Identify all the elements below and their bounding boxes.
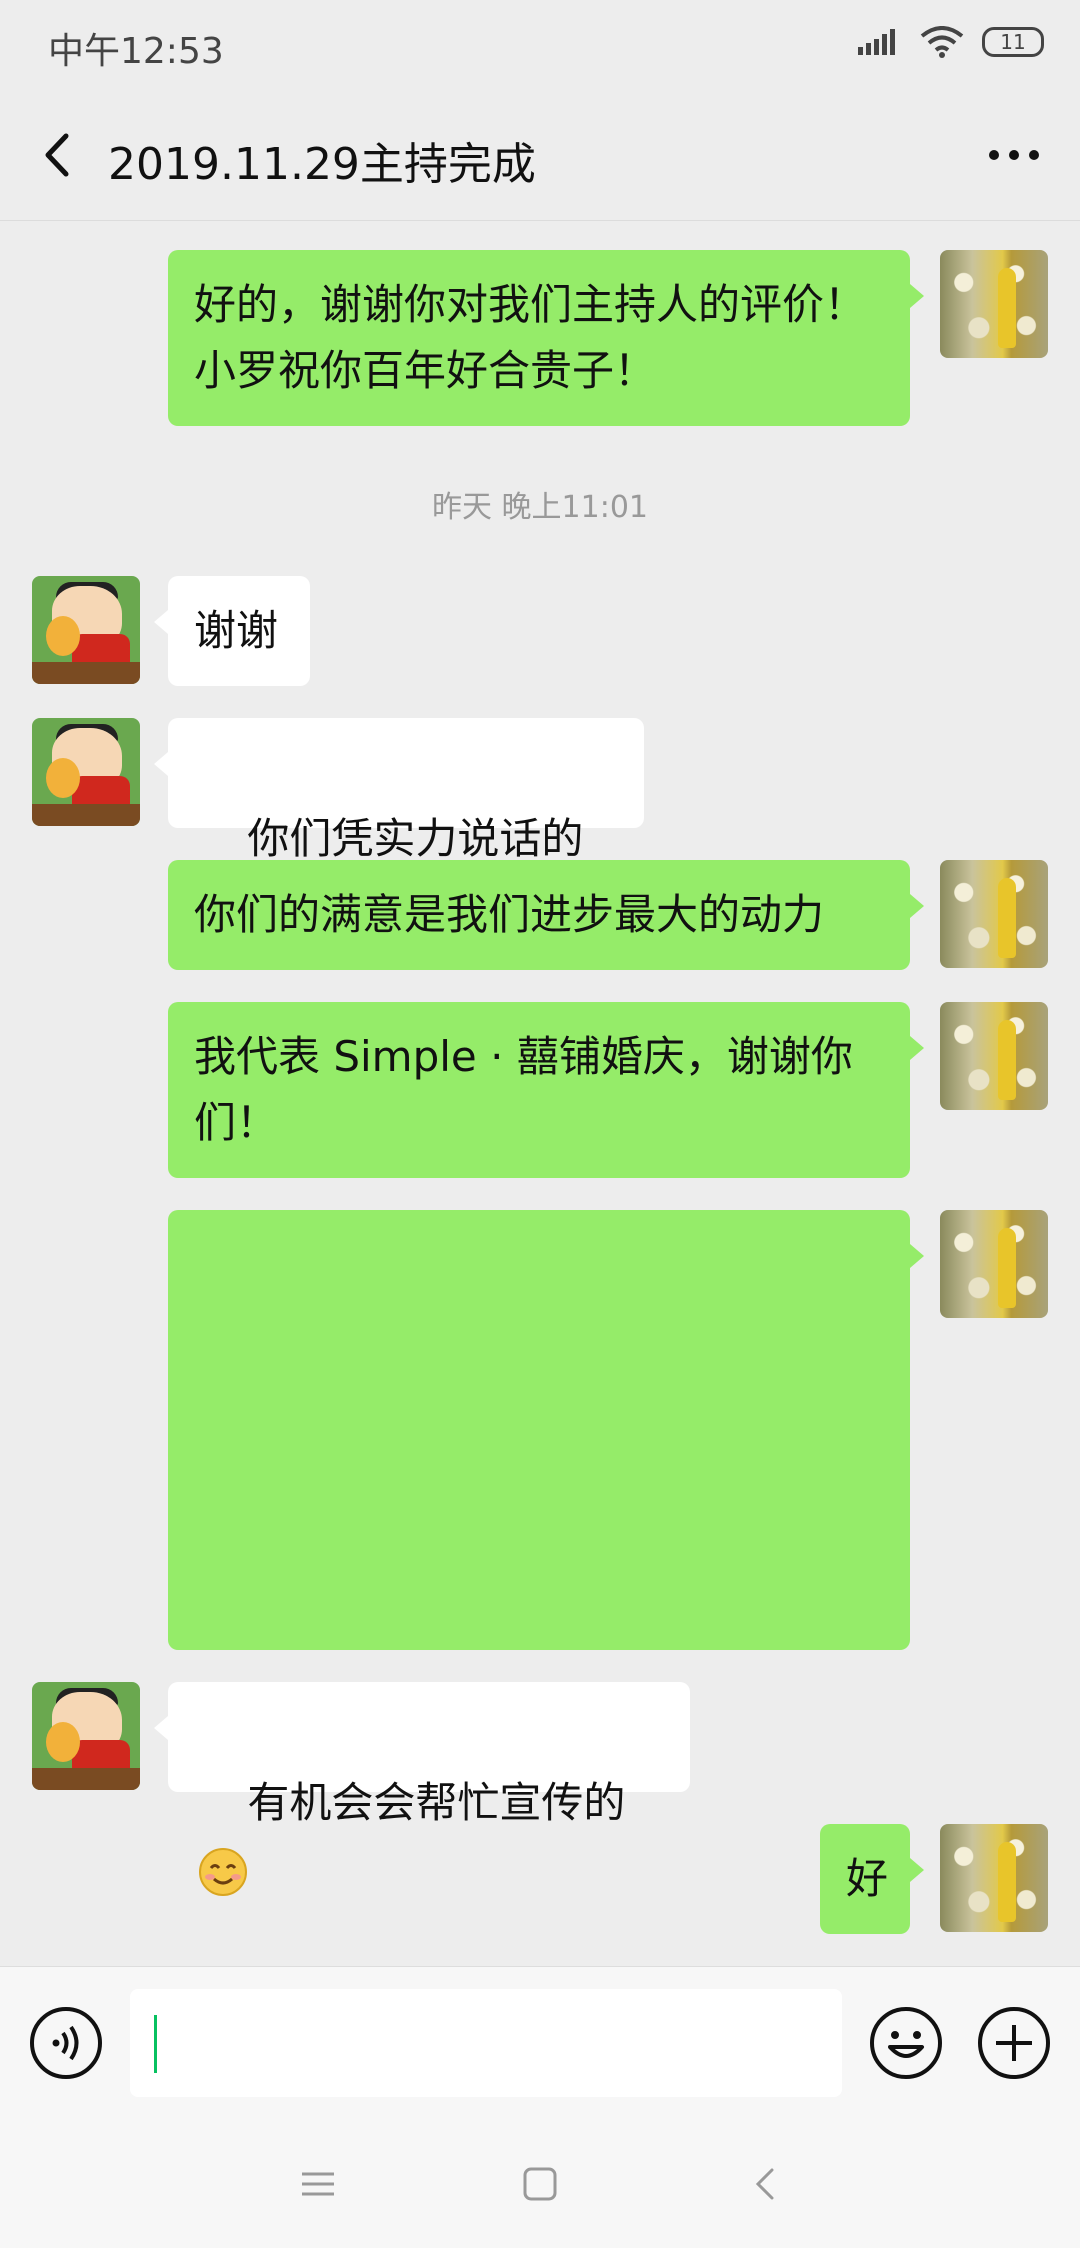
system-nav-bar [0, 2118, 1080, 2248]
avatar-self[interactable] [940, 1002, 1048, 1110]
signal-icon [858, 29, 895, 55]
avatar-contact[interactable] [32, 718, 140, 826]
menu-icon[interactable] [288, 2154, 348, 2214]
wifi-icon [920, 26, 964, 58]
message-bubble-self[interactable] [168, 1210, 924, 1650]
message-list[interactable]: 好的，谢谢你对我们主持人的评价！ 小罗祝你百年好合贵子！ 昨天 晚上11:01 … [0, 220, 1080, 1966]
avatar-contact[interactable] [32, 576, 140, 684]
message-bubble-contact[interactable]: 有机会会帮忙宣传的 [154, 1682, 690, 1896]
message-text: 有机会会帮忙宣传的 [247, 1778, 626, 1827]
status-icons: 11 [858, 26, 1044, 58]
voice-icon[interactable] [28, 2005, 104, 2081]
input-bar [0, 1966, 1080, 2119]
avatar-self[interactable] [940, 1824, 1048, 1932]
back-arrow-icon[interactable] [30, 122, 90, 188]
message-bubble-contact[interactable]: 谢谢 [154, 576, 310, 686]
battery-icon: 11 [982, 27, 1044, 57]
message-bubble-self[interactable]: 你们的满意是我们进步最大的动力 [168, 860, 924, 970]
avatar-contact[interactable] [32, 1682, 140, 1790]
message-bubble-self[interactable]: 我代表 Simple · 囍铺婚庆，谢谢你们！ [168, 1002, 924, 1178]
plus-icon[interactable] [976, 2005, 1052, 2081]
emoji-icon[interactable] [868, 2005, 944, 2081]
message-bubble-self[interactable]: 好 [820, 1824, 924, 1934]
message-timestamp: 昨天 晚上11:01 [432, 490, 648, 525]
message-bubble-self[interactable]: 好的，谢谢你对我们主持人的评价！ 小罗祝你百年好合贵子！ [168, 250, 924, 426]
smiling-emoji-icon [199, 1847, 247, 1896]
avatar-self[interactable] [940, 860, 1048, 968]
status-bar: 中午12:53 11 [0, 0, 1080, 92]
message-bubble-contact[interactable]: 你们凭实力说话的 [154, 718, 644, 932]
chat-title: 2019.11.29主持完成 [108, 139, 536, 190]
avatar-self[interactable] [940, 250, 1048, 358]
chat-header: 2019.11.29主持完成 [0, 92, 1080, 221]
back-icon[interactable] [736, 2154, 796, 2214]
more-icon[interactable] [978, 122, 1050, 188]
avatar-self[interactable] [940, 1210, 1048, 1318]
text-cursor [154, 2015, 157, 2073]
message-text: 你们凭实力说话的 [247, 814, 584, 863]
status-time: 中午12:53 [48, 31, 224, 72]
home-icon[interactable] [510, 2154, 570, 2214]
message-input[interactable] [130, 1989, 842, 2097]
